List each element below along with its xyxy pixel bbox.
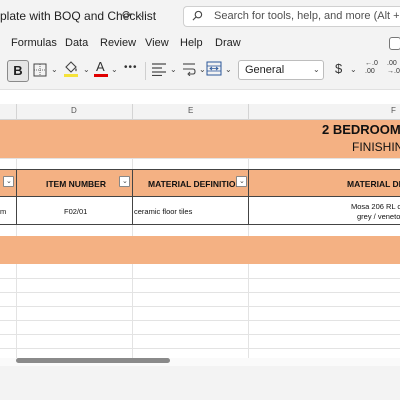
comments-button[interactable] [389,37,400,50]
font-color-bar [94,74,108,77]
gridline [0,348,400,349]
menu-review[interactable]: Review [100,37,136,49]
column-divider [132,104,133,120]
cell-border [132,197,133,224]
gridline [16,158,17,169]
search-icon [192,10,203,21]
gridline [132,264,133,358]
ribbon-toolbar: B ⌄ ⌄ A ⌄ ••• ⌄ ⌄ ⌄ General ⌄ $ ⌄ ←.0 .0… [0,54,400,90]
menu-formulas[interactable]: Formulas [11,37,57,49]
bold-button[interactable]: B [7,60,29,82]
filter-button[interactable]: ⌄ [3,176,14,187]
gridline [0,292,400,293]
title-bar: plate with BOQ and Checklist ⟳ ⌄ Search … [0,0,400,34]
section-banner [0,236,400,264]
increase-decimal-icon[interactable]: ←.0 .00 [365,60,379,80]
align-dropdown-icon[interactable]: ⌄ [170,65,177,74]
column-divider [248,104,249,120]
status-bar [0,366,400,400]
header-material-definition: MATERIAL DEFINITION [148,179,242,189]
number-format-select[interactable]: General ⌄ [238,60,324,80]
chevron-down-icon: ⌄ [313,65,320,74]
menu-draw[interactable]: Draw [215,37,241,49]
font-color-button[interactable]: A [94,59,108,79]
table-row[interactable]: m F02/01 ceramic floor tiles Mosa 206 RL… [0,197,400,225]
font-color-dropdown-icon[interactable]: ⌄ [111,65,118,74]
gridline [0,320,400,321]
more-options-icon[interactable]: ••• [124,62,138,73]
gridline [16,225,17,236]
gridline [248,264,249,358]
chevron-down-icon: ⌄ [6,178,12,185]
chevron-down-icon: ⌄ [122,178,128,185]
gridline [0,334,400,335]
header-item-number: ITEM NUMBER [46,179,106,189]
sync-icon[interactable]: ⟳ [122,8,134,22]
cell-material-definition[interactable]: ceramic floor tiles [134,207,192,216]
currency-dropdown-icon[interactable]: ⌄ [350,65,357,74]
column-header-d[interactable]: D [71,106,77,115]
gridline [132,225,133,236]
cell-material-description-line1[interactable]: Mosa 206 RL ce [351,202,400,211]
borders-dropdown-icon[interactable]: ⌄ [51,65,58,74]
merge-dropdown-icon[interactable]: ⌄ [225,65,232,74]
menu-bar: Formulas Data Review View Help Draw [0,34,400,54]
cell-material-description-line2[interactable]: grey / veneto [357,212,400,221]
wrap-text-icon[interactable] [182,62,196,76]
align-icon[interactable] [152,63,166,76]
banner-title: 2 BEDROOM + [322,122,400,137]
gridline [0,158,400,159]
header-cell-item-number[interactable]: ITEM NUMBER ⌄ [17,170,133,196]
search-placeholder: Search for tools, help, and more (Alt + … [214,10,400,22]
menu-data[interactable]: Data [65,37,88,49]
menu-help[interactable]: Help [180,37,203,49]
number-format-value: General [245,64,285,76]
fill-color-icon[interactable] [63,60,79,78]
column-header-f[interactable]: F [391,106,396,115]
table-header-row: ⌄ ITEM NUMBER ⌄ MATERIAL DEFINITION ⌄ MA… [0,169,400,197]
wrap-dropdown-icon[interactable]: ⌄ [199,65,206,74]
gridline [0,278,400,279]
ribbon-separator [145,62,146,80]
cell-border [16,197,17,224]
scrollbar-thumb[interactable] [16,358,170,363]
search-box[interactable]: Search for tools, help, and more (Alt + … [183,6,400,27]
header-material-description: MATERIAL DES [347,179,400,189]
chevron-down-icon: ⌄ [239,178,245,185]
filter-button[interactable]: ⌄ [236,176,247,187]
gridline [132,158,133,169]
borders-icon[interactable] [33,63,47,77]
header-cell-material-definition[interactable]: MATERIAL DEFINITION ⌄ [133,170,249,196]
column-headers: D E F [0,104,400,120]
cell-border [248,197,249,224]
banner-subtitle: FINISHING [352,140,400,154]
currency-icon[interactable]: $ [335,61,342,76]
cell-c-fragment[interactable]: m [0,207,6,216]
column-divider [16,104,17,120]
fill-color-dropdown-icon[interactable]: ⌄ [83,65,90,74]
filter-button[interactable]: ⌄ [119,176,130,187]
decrease-decimal-icon[interactable]: .00 →.0 [387,60,400,80]
cell-item-number[interactable]: F02/01 [64,207,87,216]
column-header-e[interactable]: E [188,106,193,115]
gridline [248,225,249,236]
gridline [0,306,400,307]
gridline [16,264,17,358]
merge-cells-icon[interactable] [206,61,222,76]
chevron-down-icon[interactable]: ⌄ [138,9,146,20]
gridline [248,158,249,169]
header-cell-material-description[interactable]: MATERIAL DES [249,170,400,196]
font-color-icon: A [96,59,105,74]
header-cell-c[interactable]: ⌄ [0,170,17,196]
menu-view[interactable]: View [145,37,169,49]
